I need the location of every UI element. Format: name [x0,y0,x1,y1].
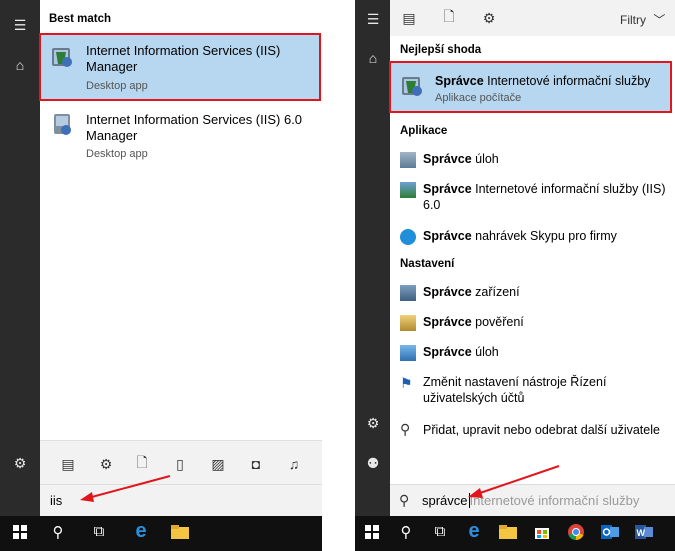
list-item[interactable]: Správce Internetové informační služby (I… [390,178,675,216]
home-icon[interactable]: ⌂ [2,54,38,76]
list-item[interactable]: Správce úloh [390,341,675,363]
settings-filter-icon[interactable]: ⚙ [478,7,500,29]
list-item[interactable]: Správce úloh [390,148,675,170]
filters-dropdown[interactable]: Filtry ﹀ [620,11,665,28]
search-icon: ⚲ [399,492,410,508]
search-icon[interactable]: ⚲ [389,516,423,547]
user-icon: ⚲ [400,421,411,437]
left-taskbar: ⚲ ⧉ e [0,516,322,551]
task-view-icon[interactable]: ⧉ [423,516,457,547]
credential-manager-icon [400,315,416,331]
apps-filter-icon[interactable]: ▤ [398,7,420,29]
right-start-rail: ☰ ⌂ ⚙ ⚉ [355,0,390,516]
file-explorer-icon[interactable] [491,516,525,547]
left-start-rail: ☰ ⌂ ⚙ [0,0,40,516]
list-item[interactable]: ⚑ Změnit nastavení nástroje Řízení uživa… [390,371,675,409]
best-match-heading: Best match [49,13,111,25]
skype-icon [400,229,416,245]
music-filter-icon[interactable]: ♫ [283,453,305,475]
settings-heading: Nastavení [400,258,455,270]
left-results-panel: Best match Internet Information Services… [39,0,322,440]
result-subtitle: Desktop app [86,80,148,92]
monitor-icon [400,345,416,361]
annotation-arrow [468,465,560,498]
iis-icon [402,77,422,96]
result-subtitle: Aplikace počítače [435,92,522,104]
list-item[interactable]: Správce pověření [390,311,675,333]
videos-filter-icon[interactable]: ◘ [245,453,267,475]
filters-label: Filtry [620,13,646,27]
device-manager-icon [400,285,416,301]
result-iis-manager[interactable]: Internet Information Services (IIS) Mana… [39,33,321,101]
home-icon[interactable]: ⌂ [355,47,391,69]
word-icon[interactable]: W [627,516,661,547]
best-match-heading: Nejlepší shoda [400,44,482,56]
windows-start-icon[interactable] [355,516,389,547]
chevron-down-icon: ﹀ [653,13,666,27]
result-subtitle: Desktop app [86,148,148,160]
settings-gear-icon[interactable]: ⚙ [2,452,38,474]
store-icon[interactable] [525,516,559,547]
hamburger-menu-icon[interactable]: ☰ [355,8,391,30]
documents-filter-icon[interactable]: 🗋 [438,7,460,29]
edge-browser-icon[interactable]: e [457,516,491,547]
list-item[interactable]: ⚲ Přidat, upravit nebo odebrat další uži… [390,419,675,441]
right-results-panel: Nejlepší shoda Správce Internetové infor… [389,36,675,484]
result-title: Správce Internetové informační služby [435,74,651,88]
result-iis6-manager[interactable]: Internet Information Services (IIS) 6.0 … [41,105,319,165]
settings-gear-icon[interactable]: ⚙ [355,412,391,434]
annotation-arrow [80,475,171,502]
list-item[interactable]: Správce zařízení [390,281,675,303]
list-item[interactable]: Správce nahrávek Skypu pro firmy [390,225,675,247]
iis-icon [400,182,416,198]
chrome-icon[interactable] [559,516,593,547]
user-account-icon[interactable]: ⚉ [355,452,391,474]
photos-filter-icon[interactable]: ▨ [207,453,229,475]
task-view-icon[interactable]: ⧉ [82,516,116,547]
result-title: Internet Information Services (IIS) Mana… [86,43,281,74]
hamburger-menu-icon[interactable]: ☰ [2,14,38,36]
result-iis-manager-cz[interactable]: Správce Internetové informační služby Ap… [389,61,672,113]
task-manager-icon [400,152,416,168]
flag-icon: ⚑ [400,375,413,391]
outlook-icon[interactable] [593,516,627,547]
file-explorer-icon[interactable] [163,516,197,547]
result-title: Internet Information Services (IIS) 6.0 … [86,112,303,143]
right-filter-bar: ▤ 🗋 ⚙ Filtry ﹀ [390,0,675,36]
svg-text:W: W [637,528,646,538]
windows-start-icon[interactable] [3,516,37,547]
edge-browser-icon[interactable]: e [124,516,158,547]
iis6-icon [54,114,71,135]
apps-heading: Aplikace [400,125,448,137]
search-icon[interactable]: ⚲ [41,516,75,547]
iis-icon [52,48,72,67]
right-taskbar: ⚲ ⧉ e W [355,516,675,551]
